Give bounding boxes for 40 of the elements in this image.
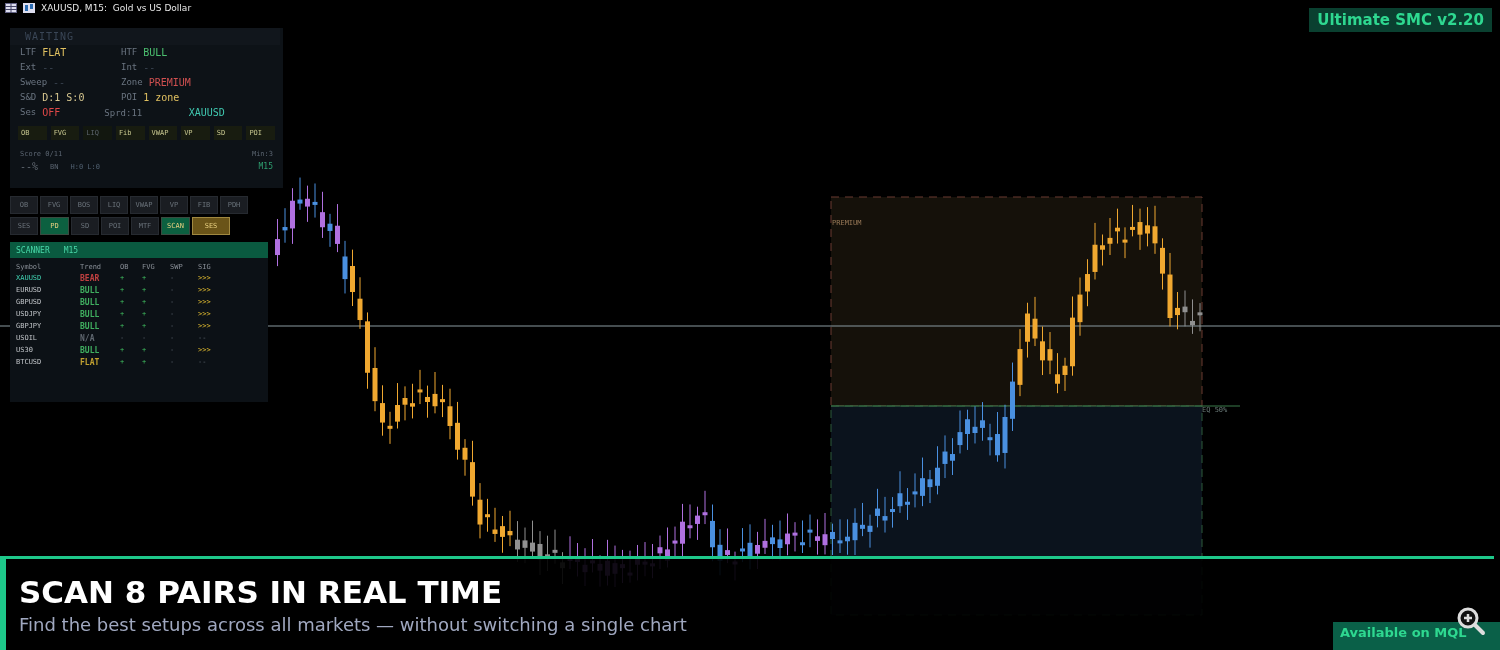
field-label: Int: [121, 62, 138, 73]
field-label: Sprd:11: [104, 107, 143, 118]
scanner-title: SCANNER: [16, 245, 50, 255]
field-value: PREMIUM: [148, 77, 191, 88]
availability-badge: Available on MQL: [1333, 622, 1500, 650]
chart-window-icon[interactable]: [23, 3, 35, 13]
field-value: D:1 S:0: [42, 92, 85, 103]
trend-cell-text: BULL: [80, 346, 101, 355]
field-value: BULL: [143, 47, 168, 58]
field-value: --: [53, 77, 66, 88]
trend-cell-text: N/A: [80, 334, 96, 343]
field-label: S&D: [20, 92, 37, 103]
field-label: POI: [121, 92, 138, 103]
field-value: FLAT: [42, 47, 67, 58]
status-label: WAITING: [10, 28, 280, 45]
trend-cell-text: BULL: [80, 298, 101, 307]
trend-cell-text: BULL: [80, 322, 101, 331]
field-value: XAUUSD: [188, 107, 225, 118]
scanner-timeframe: M15: [63, 245, 79, 255]
subheadline: Find the best setups across all markets — without switching a single chart: [19, 614, 687, 635]
chart-title: XAUUSD, M15: Gold vs US Dollar: [41, 3, 192, 13]
version-badge: Ultimate SMC v2.20: [1309, 8, 1492, 32]
timeframe-label: M15: [258, 162, 273, 171]
grid-icon[interactable]: [5, 3, 17, 13]
headline: SCAN 8 PAIRS IN REAL TIME: [19, 573, 504, 611]
field-label: Sweep: [20, 77, 48, 88]
field-label: Zone: [121, 77, 143, 88]
trend-cell-text: BULL: [80, 286, 101, 295]
field-value: 1 zone: [143, 92, 180, 103]
trend-cell-text: BULL: [80, 310, 101, 319]
field-value: --: [143, 62, 156, 73]
field-label: Ext: [20, 62, 37, 73]
trend-cell-text: FLAT: [80, 358, 101, 367]
field-label: HTF: [121, 47, 138, 58]
field-label: Ses: [20, 107, 37, 118]
field-value: --: [42, 62, 55, 73]
field-label: LTF: [20, 47, 37, 58]
field-value: OFF: [42, 107, 61, 118]
trend-cell-text: BEAR: [80, 274, 101, 283]
percent-value: --%: [20, 161, 39, 172]
